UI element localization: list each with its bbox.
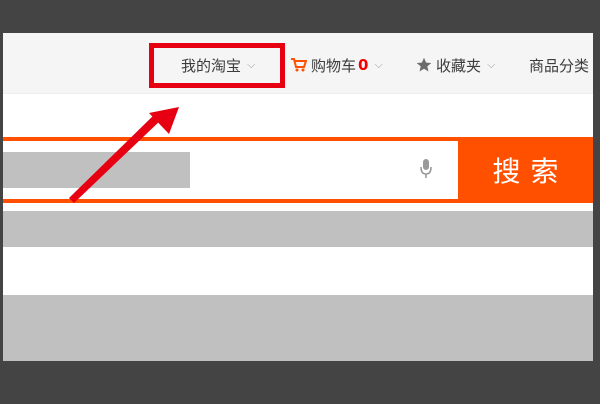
window-frame-top <box>0 0 600 33</box>
window-frame-right <box>593 33 600 361</box>
red-arrow-icon <box>69 107 179 203</box>
window-frame-bottom <box>0 361 600 404</box>
taobao-page: 我的淘宝 ⌵ 购物车 0 ⌵ 收藏夹 ⌵ 商品分类 搜索 <box>3 33 593 361</box>
